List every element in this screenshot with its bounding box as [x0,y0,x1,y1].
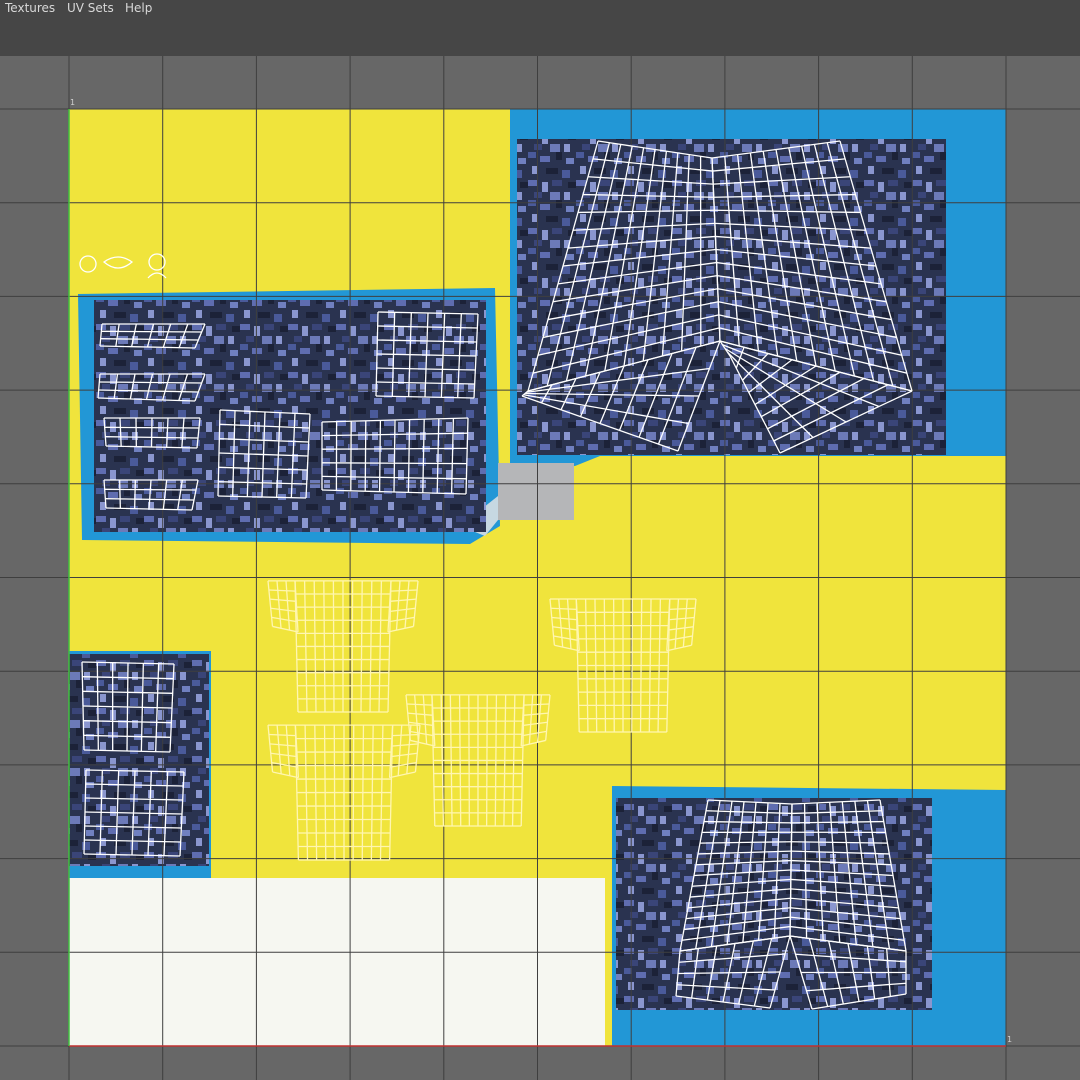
uv-tick-label-right: 1 [1007,1035,1013,1044]
texture-white-region [69,878,605,1046]
menu-uv-sets[interactable]: UV Sets [67,1,114,15]
texture-grey-square [498,463,574,520]
menu-help[interactable]: Help [125,1,152,15]
menu-textures[interactable]: Textures [5,1,55,15]
uv-canvas[interactable] [0,56,1080,1080]
uv-tick-label-top: 1 [70,98,76,107]
menu-bar: Textures UV Sets Help [0,0,1080,57]
uv-editor-viewport[interactable]: 1 1 [0,56,1080,1080]
camo-panel-patches [69,654,209,866]
